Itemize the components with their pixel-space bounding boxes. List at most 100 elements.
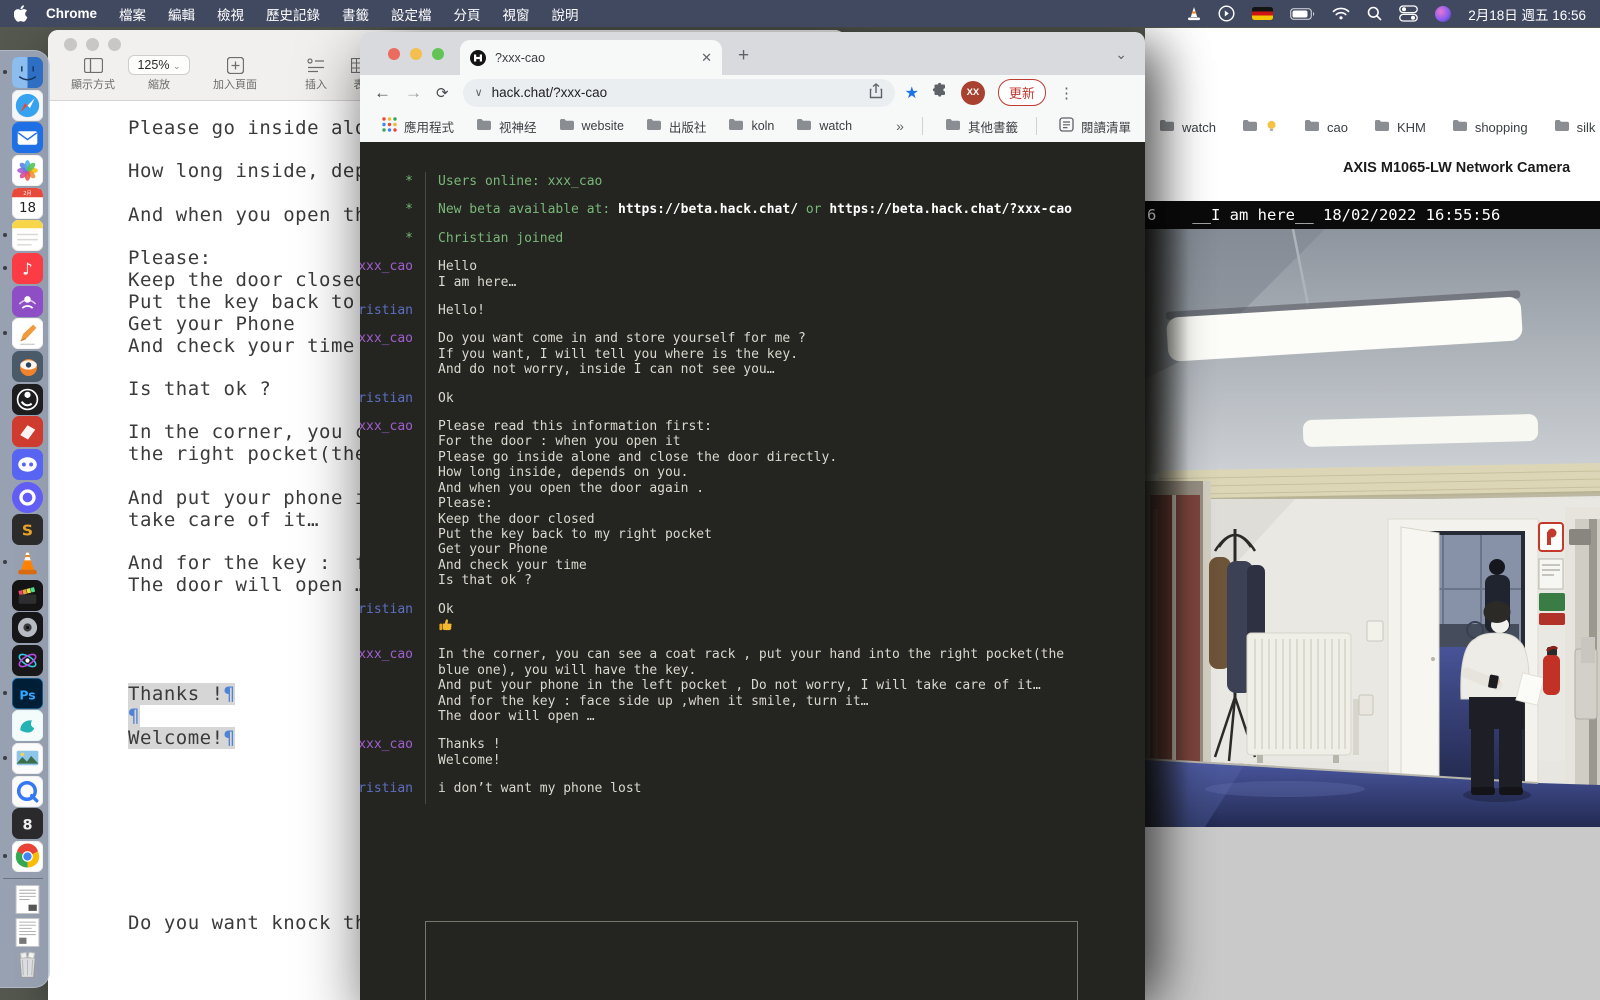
share-icon[interactable] bbox=[869, 83, 883, 102]
menu-歷史記錄[interactable]: 歷史記錄 bbox=[266, 4, 320, 24]
browser-menu-icon[interactable]: ⋮ bbox=[1059, 84, 1074, 102]
insert-button[interactable]: 插入 bbox=[294, 54, 338, 92]
bookmark-star-icon[interactable]: ★ bbox=[905, 83, 919, 103]
menu-bar-clock[interactable]: 2月18日 週五 16:56 bbox=[1468, 4, 1586, 24]
search-icon[interactable] bbox=[1367, 6, 1382, 21]
bookmark-💡[interactable] bbox=[1242, 119, 1278, 136]
address-bar[interactable]: ∨ hack.chat/?xxx-cao bbox=[463, 79, 895, 107]
bookmark-watch[interactable]: watch bbox=[796, 118, 852, 134]
dock-discord-icon[interactable] bbox=[12, 449, 43, 480]
extensions-icon[interactable] bbox=[932, 82, 948, 103]
minimize-button[interactable] bbox=[86, 38, 99, 51]
zoom-control[interactable]: 125% ⌄ 縮放 bbox=[124, 54, 194, 92]
dock-pages-icon[interactable] bbox=[12, 318, 43, 349]
add-page-button[interactable]: 加入頁面 bbox=[200, 54, 270, 92]
dock-podcasts-icon[interactable] bbox=[12, 286, 43, 317]
dock-surfshark-icon[interactable] bbox=[12, 710, 43, 741]
chat-nick: Christian bbox=[360, 303, 413, 318]
bookmark-KHM[interactable]: KHM bbox=[1374, 119, 1426, 135]
menu-視窗[interactable]: 視窗 bbox=[503, 4, 530, 24]
running-indicator bbox=[3, 560, 7, 564]
new-tab-button[interactable]: + bbox=[738, 46, 749, 65]
menu-設定檔[interactable]: 設定檔 bbox=[391, 4, 432, 24]
dock-notes-icon[interactable] bbox=[12, 220, 43, 251]
close-button[interactable] bbox=[388, 48, 400, 60]
forward-button[interactable]: → bbox=[405, 83, 422, 103]
bookmark-watch[interactable]: watch bbox=[1159, 119, 1216, 135]
reload-button[interactable]: ⟳ bbox=[436, 84, 449, 102]
active-app-name[interactable]: Chrome bbox=[46, 6, 97, 21]
dock-document-thumbnail-1-icon[interactable] bbox=[12, 884, 43, 915]
minimize-button[interactable] bbox=[410, 48, 422, 60]
zoom-button[interactable] bbox=[108, 38, 121, 51]
dock-preview-icon[interactable] bbox=[12, 743, 43, 774]
dock-motion-icon[interactable] bbox=[12, 645, 43, 676]
german-flag-icon[interactable] bbox=[1252, 7, 1273, 20]
other-bookmarks[interactable]: 其他書籤 bbox=[945, 117, 1018, 136]
dock-sketchup-icon[interactable] bbox=[12, 416, 43, 447]
view-button[interactable]: 顯示方式 bbox=[62, 54, 124, 92]
document-line: Welcome!¶ bbox=[128, 727, 235, 749]
tab-close-icon[interactable]: ✕ bbox=[701, 50, 712, 66]
menu-檢視[interactable]: 檢視 bbox=[217, 4, 244, 24]
document-line: Keep the door closed bbox=[128, 269, 367, 291]
play-circle-icon[interactable] bbox=[1218, 5, 1235, 22]
dock-calendar-icon[interactable]: 2月18 bbox=[12, 188, 43, 219]
menu-分頁[interactable]: 分頁 bbox=[454, 4, 481, 24]
update-chrome-button[interactable]: 更新 bbox=[998, 79, 1046, 106]
dock-loom-icon[interactable] bbox=[12, 482, 43, 513]
chat-input[interactable] bbox=[425, 921, 1078, 1000]
bookmark-cao[interactable]: cao bbox=[1304, 119, 1348, 135]
menu-書籤[interactable]: 書籤 bbox=[342, 4, 369, 24]
siri-icon[interactable] bbox=[1435, 6, 1451, 22]
dock-final-cut-pro-icon[interactable] bbox=[12, 580, 43, 611]
dock-quicktime-icon[interactable] bbox=[12, 776, 43, 807]
zoom-button[interactable] bbox=[432, 48, 444, 60]
dock-finder-icon[interactable] bbox=[12, 57, 43, 88]
tab-xxx-cao[interactable]: ?xxx-cao ✕ bbox=[460, 40, 722, 75]
dock-vlc-icon[interactable] bbox=[12, 547, 43, 578]
profile-avatar[interactable]: XX bbox=[961, 81, 985, 105]
dock-mail-icon[interactable] bbox=[12, 122, 43, 153]
dock-obs-icon[interactable] bbox=[12, 384, 43, 415]
menu-編輯[interactable]: 編輯 bbox=[168, 4, 195, 24]
bookmark-silk[interactable]: silk bbox=[1554, 119, 1596, 135]
bookmark-出版社[interactable]: 出版社 bbox=[646, 117, 707, 136]
document-line: How long inside, depe bbox=[128, 160, 379, 182]
dock-sublime-text-icon[interactable]: S bbox=[12, 514, 43, 545]
tab-search-chevron-icon[interactable]: ⌄ bbox=[1115, 46, 1127, 63]
dock-photos-icon[interactable] bbox=[12, 155, 43, 186]
apple-menu-icon[interactable] bbox=[14, 5, 28, 22]
bookmark-视神经[interactable]: 视神经 bbox=[476, 117, 537, 136]
svg-text:8: 8 bbox=[22, 818, 32, 834]
close-button[interactable] bbox=[64, 38, 77, 51]
url-text[interactable]: hack.chat/?xxx-cao bbox=[492, 85, 608, 100]
dock-photoshop-icon[interactable]: Ps bbox=[12, 678, 43, 709]
bookmarks-overflow-chevron[interactable]: » bbox=[896, 118, 904, 134]
dock-chrome-icon[interactable] bbox=[12, 841, 43, 872]
chat-link[interactable]: https://beta.hack.chat/ bbox=[618, 202, 798, 217]
reading-list[interactable]: 閱讀清單 bbox=[1059, 117, 1131, 136]
dock-music-icon[interactable]: ♪ bbox=[12, 253, 43, 284]
menu-說明[interactable]: 說明 bbox=[552, 4, 579, 24]
battery-icon[interactable] bbox=[1290, 8, 1315, 20]
dock-shotcut-icon[interactable]: 8 bbox=[12, 808, 43, 839]
camera-bookmarks-bar: watch cao KHM shopping silk bbox=[1145, 114, 1600, 140]
dock-document-thumbnail-2-icon[interactable] bbox=[12, 917, 43, 948]
bookmark-shopping[interactable]: shopping bbox=[1452, 119, 1528, 135]
chat-link[interactable]: https://beta.hack.chat/?xxx-cao bbox=[829, 202, 1072, 217]
bookmark-website[interactable]: website bbox=[559, 118, 624, 134]
dock-safari-icon[interactable] bbox=[12, 90, 43, 121]
control-center-icon[interactable] bbox=[1399, 5, 1418, 22]
zoom-value[interactable]: 125% ⌄ bbox=[128, 55, 189, 75]
vlc-status-icon[interactable] bbox=[1187, 6, 1201, 21]
site-info-chevron-icon[interactable]: ∨ bbox=[475, 86, 483, 99]
dock-blender-icon[interactable] bbox=[12, 351, 43, 382]
dock-compressor-icon[interactable] bbox=[12, 612, 43, 643]
wifi-icon[interactable] bbox=[1332, 7, 1350, 20]
back-button[interactable]: ← bbox=[374, 83, 391, 103]
dock-trash-icon[interactable] bbox=[12, 950, 43, 981]
menu-檔案[interactable]: 檔案 bbox=[119, 4, 146, 24]
bookmark-koln[interactable]: koln bbox=[728, 118, 774, 134]
bookmark-應用程式[interactable]: 應用程式 bbox=[382, 117, 454, 136]
